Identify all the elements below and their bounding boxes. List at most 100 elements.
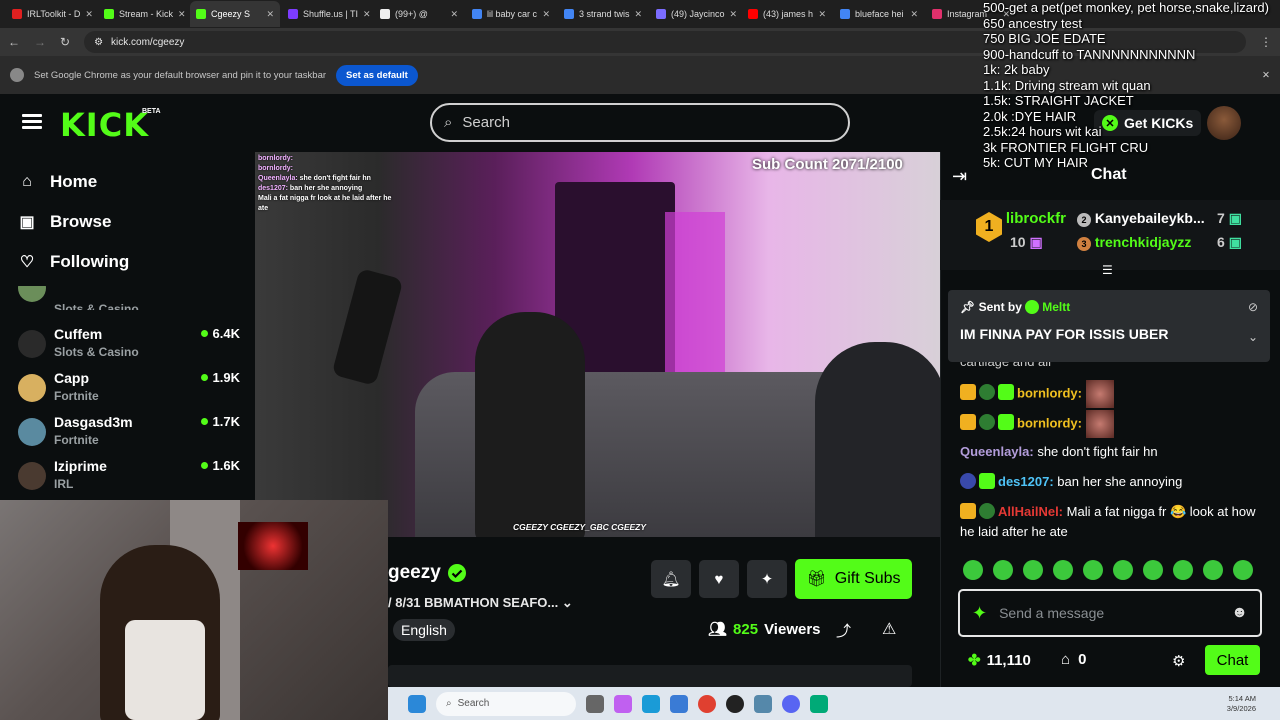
close-tab-icon[interactable]: ✕ — [730, 9, 738, 20]
site-info-icon[interactable]: ⚙ — [94, 37, 103, 48]
browser-tab[interactable]: (99+) @ ✕ — [374, 1, 464, 27]
discord-icon[interactable] — [782, 694, 800, 713]
streamer-name[interactable]: geezy — [388, 562, 441, 584]
kicks-balance[interactable]: ✤ 11,110 — [968, 651, 1031, 670]
browser-tab[interactable]: (49) Jaycinco ✕ — [650, 1, 740, 27]
close-tab-icon[interactable]: ✕ — [910, 9, 918, 20]
chat-input[interactable]: ✦ Send a message ☻ — [958, 589, 1262, 637]
photos-icon[interactable] — [810, 694, 828, 713]
taskbar-clock[interactable]: 5:14 AM 3/9/2026 — [1227, 694, 1256, 714]
browser-tab[interactable]: blueface hei ✕ — [834, 1, 924, 27]
emote-icon[interactable] — [963, 560, 983, 580]
close-tab-icon[interactable]: ✕ — [450, 9, 458, 20]
pinned-message[interactable]: 📌︎ Sent by Meltt IM FINNA PAY FOR ISSIS … — [948, 290, 1270, 362]
nav-item-browse[interactable]: ▣ Browse — [18, 212, 111, 232]
store-app-icon[interactable] — [670, 694, 688, 713]
live-dot-icon — [200, 374, 208, 381]
share-icon[interactable]: ⤴ — [836, 620, 851, 641]
channel-viewer-count: 1.9K — [212, 370, 240, 385]
taskbar-search[interactable]: ⌕ Search — [436, 691, 576, 716]
close-tab-icon[interactable]: ✕ — [363, 9, 371, 20]
obs-icon[interactable] — [726, 694, 744, 713]
browser-tab[interactable]: IRLToolkit - D ✕ — [6, 1, 96, 27]
sparkle-button[interactable]: ✦ — [747, 560, 787, 598]
gift-subs-button[interactable]: 🎁︎ Gift Subs — [795, 559, 912, 599]
emote-icon[interactable] — [1053, 560, 1073, 580]
emote-icon[interactable] — [1113, 560, 1133, 580]
emoji-icon[interactable]: ☻ — [1231, 604, 1248, 622]
chat-username[interactable]: des1207: — [998, 474, 1054, 489]
stream-title: / 8/31 BBMATHON SEAFO... ⌄ — [388, 595, 573, 611]
sidebar-channel[interactable]: Slots & Casino — [18, 286, 240, 310]
tab-label: Stream - Kick — [119, 9, 174, 19]
chat-username[interactable]: bornlordy: — [1017, 415, 1082, 430]
overlay-chat-line: Mali a fat nigga fr look at he laid afte… — [258, 194, 398, 214]
channel-category: Slots & Casino — [54, 302, 139, 310]
crown-badge — [960, 503, 976, 519]
sidebar-channel[interactable]: Dasgasd3m Fortnite 1.7K — [18, 414, 240, 456]
browser-tab[interactable]: Cgeezy S ✕ — [190, 1, 280, 27]
collapse-chat-icon[interactable]: ⇥ — [952, 166, 967, 187]
leaderboard-entry[interactable]: 2 Kanyebaileykb... 7 ▣ — [1077, 210, 1242, 227]
taskview-icon[interactable] — [586, 694, 604, 713]
close-tab-icon[interactable]: ✕ — [818, 9, 826, 20]
shield-badge — [979, 503, 995, 519]
browser-tab[interactable]: (43) james h ✕ — [742, 1, 832, 27]
leaderboard-entry[interactable]: 3 trenchkidjayzz 6 ▣ — [1077, 234, 1242, 251]
menu-icon[interactable] — [22, 114, 42, 130]
search-input[interactable]: ⌕ Search — [430, 103, 850, 142]
kick-logo[interactable]: KICK — [60, 106, 149, 144]
browser-tab[interactable]: 3 strand twis ✕ — [558, 1, 648, 27]
reload-icon[interactable]: ↻ — [60, 35, 70, 49]
back-icon[interactable]: ← — [8, 35, 20, 49]
chevron-down-icon[interactable]: ⌄ — [562, 595, 573, 610]
emote-icon[interactable] — [993, 560, 1013, 580]
close-tab-icon[interactable]: ✕ — [178, 9, 186, 20]
nav-item-following[interactable]: ♡ Following — [18, 252, 130, 272]
edge-icon[interactable] — [642, 694, 660, 713]
browser-tab[interactable]: Shuffle.us | TI ✕ — [282, 1, 372, 27]
sparkle-icon[interactable]: ✦ — [972, 603, 987, 624]
gear-icon[interactable]: ⚙ — [1172, 652, 1185, 670]
sidebar-channel[interactable]: Capp Fortnite 1.9K — [18, 370, 240, 412]
set-default-button[interactable]: Set as default — [336, 64, 418, 86]
chat-username[interactable]: AllHailNel: — [998, 504, 1063, 519]
chevron-down-icon[interactable]: ⌄ — [1248, 330, 1258, 344]
copilot-icon[interactable] — [614, 694, 632, 713]
leaderboard-entry[interactable]: 1 librockfr 10 ▣ — [976, 210, 1066, 250]
chrome-icon[interactable] — [698, 694, 716, 713]
close-tab-icon[interactable]: ✕ — [85, 9, 93, 20]
nav-item-home[interactable]: ⌂ Home — [18, 172, 97, 192]
chat-username[interactable]: Queenlayla: — [960, 444, 1034, 459]
language-tag[interactable]: English — [393, 619, 455, 641]
hide-pin-icon[interactable]: ⊘ — [1248, 300, 1258, 314]
emote-icon[interactable] — [1173, 560, 1193, 580]
emote-icon[interactable] — [1143, 560, 1163, 580]
report-icon[interactable]: ⚠ — [882, 619, 896, 639]
browser-tab[interactable]: lil baby car c ✕ — [466, 1, 556, 27]
app-icon[interactable] — [754, 694, 772, 713]
pinned-sender-name[interactable]: Meltt — [1042, 300, 1070, 314]
close-tab-icon[interactable]: ✕ — [266, 9, 274, 20]
store-count[interactable]: ⌂ 0 — [1061, 651, 1086, 668]
chat-username[interactable]: bornlordy: — [1017, 385, 1082, 400]
browser-tab[interactable]: Stream - Kick ✕ — [98, 1, 188, 27]
person — [475, 312, 585, 537]
emote-icon[interactable] — [1083, 560, 1103, 580]
shield-badge — [960, 473, 976, 489]
close-tab-icon[interactable]: ✕ — [635, 9, 643, 20]
close-tab-icon[interactable]: ✕ — [542, 9, 550, 20]
windows-start-icon[interactable] — [408, 694, 426, 713]
forward-icon[interactable]: → — [34, 35, 46, 49]
emote-icon[interactable] — [1233, 560, 1253, 580]
emote-icon[interactable] — [1023, 560, 1043, 580]
sidebar-channel[interactable]: Iziprime IRL 1.6K — [18, 458, 240, 500]
sidebar-channel[interactable]: Cuffem Slots & Casino 6.4K — [18, 326, 240, 368]
send-chat-button[interactable]: Chat — [1205, 645, 1260, 675]
expand-leaderboard-icon[interactable]: ☰ — [1102, 263, 1113, 277]
tab-label: Shuffle.us | TI — [303, 9, 359, 19]
notify-bell-button[interactable]: 🔔︎ — [651, 560, 691, 598]
emote-icon[interactable] — [1203, 560, 1223, 580]
beta-label: BETA — [142, 108, 161, 115]
follow-button[interactable]: ♥ — [699, 560, 739, 598]
